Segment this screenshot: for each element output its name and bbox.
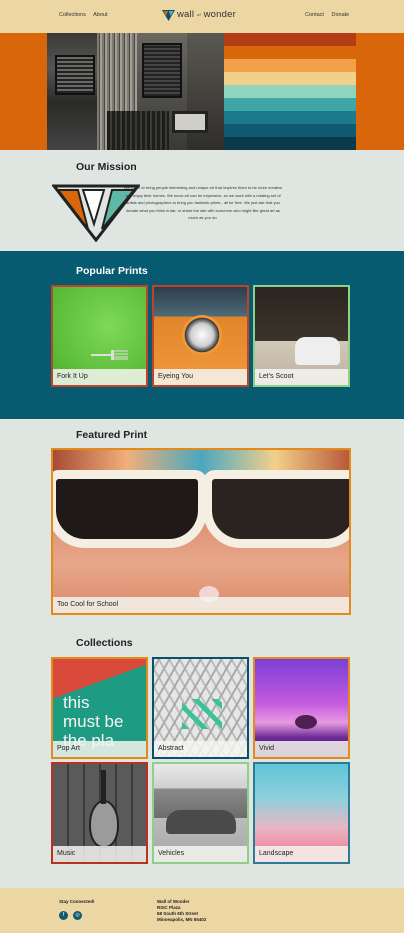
- scooter-shape: [295, 337, 340, 365]
- collection-card-pop-art[interactable]: this must be the pla Pop Art: [51, 657, 148, 759]
- print-card-eyeing-you[interactable]: Eyeing You: [152, 285, 249, 387]
- print-label: Eyeing You: [154, 369, 247, 385]
- nav-link-contact[interactable]: Contact: [305, 12, 324, 18]
- nav-right: Contact Donate: [305, 12, 355, 18]
- nav-link-collections[interactable]: Collections: [59, 12, 86, 18]
- facebook-icon[interactable]: f: [59, 911, 68, 920]
- collection-label: Landscape: [255, 846, 348, 862]
- left-lens-shape: [53, 470, 207, 548]
- hero-image-music-shelves: [47, 33, 356, 150]
- site-header: Collections About wall of wonder Contact…: [0, 0, 404, 33]
- collection-label: Music: [53, 846, 146, 862]
- nav-link-donate[interactable]: Donate: [332, 12, 350, 18]
- guitar-shape: [89, 800, 119, 848]
- fork-icon: [91, 350, 128, 360]
- featured-title: Featured Print: [76, 429, 148, 441]
- site-logo[interactable]: wall of wonder: [162, 8, 244, 22]
- mission-text: We strive to bring people interesting an…: [123, 185, 283, 220]
- collection-card-landscape[interactable]: Landscape: [253, 762, 350, 864]
- instagram-icon[interactable]: ◎: [73, 911, 82, 920]
- logo-word-of: of: [197, 11, 201, 17]
- print-label: Let's Scoot: [255, 369, 348, 385]
- right-lens-shape: [203, 470, 349, 548]
- collection-card-vivid[interactable]: Vivid: [253, 657, 350, 759]
- collection-label: Pop Art: [53, 741, 146, 757]
- footer-address: Wall of Wonder RSIC Plaza 68 South 6th S…: [157, 899, 207, 922]
- logo-icon: [162, 10, 175, 21]
- print-card-fork-it-up[interactable]: Fork It Up: [51, 285, 148, 387]
- popular-title: Popular Prints: [76, 265, 148, 277]
- hero-banner: [0, 33, 404, 150]
- print-label: Fork It Up: [53, 369, 146, 385]
- collection-label: Vivid: [255, 741, 348, 757]
- featured-label: Too Cool for School: [53, 597, 349, 613]
- collection-card-abstract[interactable]: Abstract: [152, 657, 249, 759]
- mission-title: Our Mission: [76, 161, 137, 173]
- featured-print-card[interactable]: Too Cool for School: [51, 448, 351, 615]
- stay-connected: Stay Connected!: [59, 899, 95, 904]
- collections-title: Collections: [76, 637, 133, 649]
- headlight-shape: [182, 315, 222, 355]
- collection-label: Vehicles: [154, 846, 247, 862]
- tree-shape: [295, 715, 317, 729]
- collection-card-music[interactable]: Music: [51, 762, 148, 864]
- car-shape: [166, 810, 236, 834]
- print-card-lets-scoot[interactable]: Let's Scoot: [253, 285, 350, 387]
- collection-card-vehicles[interactable]: Vehicles: [152, 762, 249, 864]
- collection-label: Abstract: [154, 741, 247, 757]
- logo-word-wall: wall: [177, 9, 195, 20]
- nav-left: Collections About: [59, 12, 114, 18]
- nav-link-about[interactable]: About: [93, 12, 107, 18]
- logo-word-wonder: wonder: [203, 9, 236, 20]
